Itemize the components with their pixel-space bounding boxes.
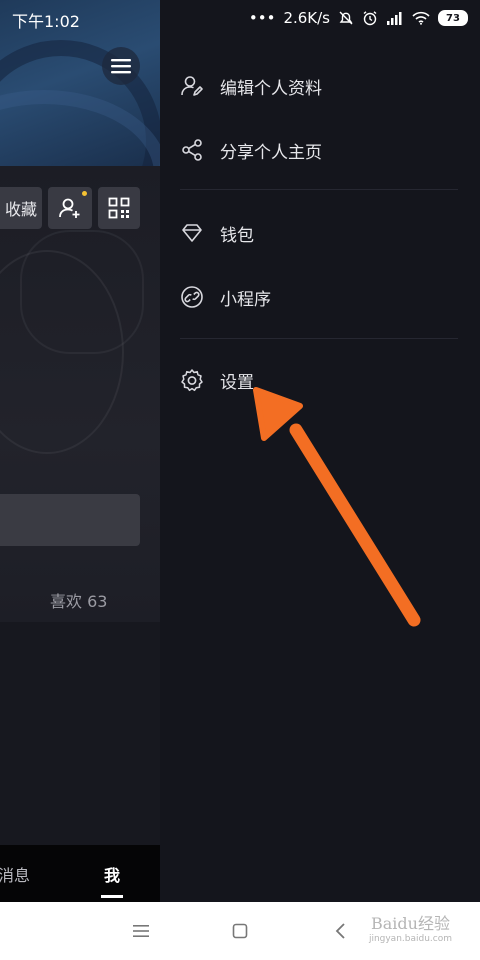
home-square-icon bbox=[232, 923, 248, 939]
active-tab-indicator bbox=[101, 895, 123, 898]
menu-lines-icon bbox=[133, 925, 149, 937]
wifi-icon bbox=[412, 11, 430, 25]
baidu-jingyan-watermark: Baidu经验 jingyan.baidu.com bbox=[369, 910, 452, 944]
drawer-item-label: 设置 bbox=[220, 372, 254, 393]
back-chevron-icon bbox=[335, 923, 345, 939]
add-friend-button[interactable] bbox=[48, 187, 92, 229]
likes-count[interactable]: 喜欢 63 bbox=[50, 588, 107, 612]
recent-apps-button[interactable] bbox=[130, 920, 152, 942]
drawer-item-mini-program[interactable]: 小程序 bbox=[180, 277, 271, 317]
qr-code-icon bbox=[108, 197, 130, 219]
profile-bio-box bbox=[0, 494, 140, 546]
drawer-item-label: 编辑个人资料 bbox=[220, 78, 322, 99]
status-indicators: ••• 2.6K/s 73 bbox=[249, 7, 468, 29]
edit-profile-icon bbox=[180, 74, 204, 98]
drawer-item-label: 分享个人主页 bbox=[220, 142, 322, 163]
profile-page-background: 收藏 喜欢 63 消息 我 bbox=[0, 0, 160, 902]
system-navigation-bar: Baidu经验 jingyan.baidu.com bbox=[0, 902, 480, 960]
collect-label: 收藏 bbox=[4, 200, 37, 219]
watermark-title: Baidu经验 bbox=[370, 914, 450, 933]
side-drawer: 编辑个人资料 分享个人主页 钱包 小程序 设置 bbox=[160, 0, 480, 902]
collect-button[interactable]: 收藏 bbox=[0, 187, 42, 229]
signal-icon bbox=[387, 12, 402, 25]
status-time: 下午1:02 bbox=[12, 12, 80, 31]
watermark-url: jingyan.baidu.com bbox=[368, 934, 452, 944]
drawer-item-share-profile[interactable]: 分享个人主页 bbox=[180, 130, 322, 170]
drawer-item-edit-profile[interactable]: 编辑个人资料 bbox=[180, 66, 322, 106]
nav-me-tab[interactable]: 我 bbox=[104, 862, 120, 886]
gear-icon bbox=[180, 368, 204, 392]
drawer-divider bbox=[180, 189, 458, 190]
status-dots: ••• bbox=[248, 9, 276, 27]
notification-dot bbox=[82, 191, 87, 196]
bottom-navigation: 消息 我 bbox=[0, 845, 160, 902]
drawer-divider bbox=[180, 338, 458, 339]
nav-messages-tab[interactable]: 消息 bbox=[0, 862, 30, 886]
link-mini-program-icon bbox=[180, 285, 204, 309]
home-button[interactable] bbox=[229, 920, 251, 942]
drawer-item-label: 钱包 bbox=[220, 225, 254, 246]
qr-code-button[interactable] bbox=[98, 187, 140, 229]
hamburger-menu-button[interactable] bbox=[102, 47, 140, 85]
hamburger-icon bbox=[111, 59, 131, 74]
share-icon bbox=[180, 138, 204, 162]
drawer-item-settings[interactable]: 设置 bbox=[180, 360, 254, 400]
battery-indicator: 73 bbox=[438, 10, 468, 26]
alarm-icon bbox=[363, 11, 377, 26]
muted-bell-icon bbox=[339, 11, 353, 25]
drawer-item-label: 小程序 bbox=[220, 289, 271, 310]
drawer-item-wallet[interactable]: 钱包 bbox=[180, 213, 254, 253]
add-friend-icon bbox=[59, 198, 80, 218]
back-button[interactable] bbox=[330, 920, 352, 942]
diamond-wallet-icon bbox=[180, 221, 204, 245]
network-speed: 2.6K/s bbox=[283, 9, 330, 27]
